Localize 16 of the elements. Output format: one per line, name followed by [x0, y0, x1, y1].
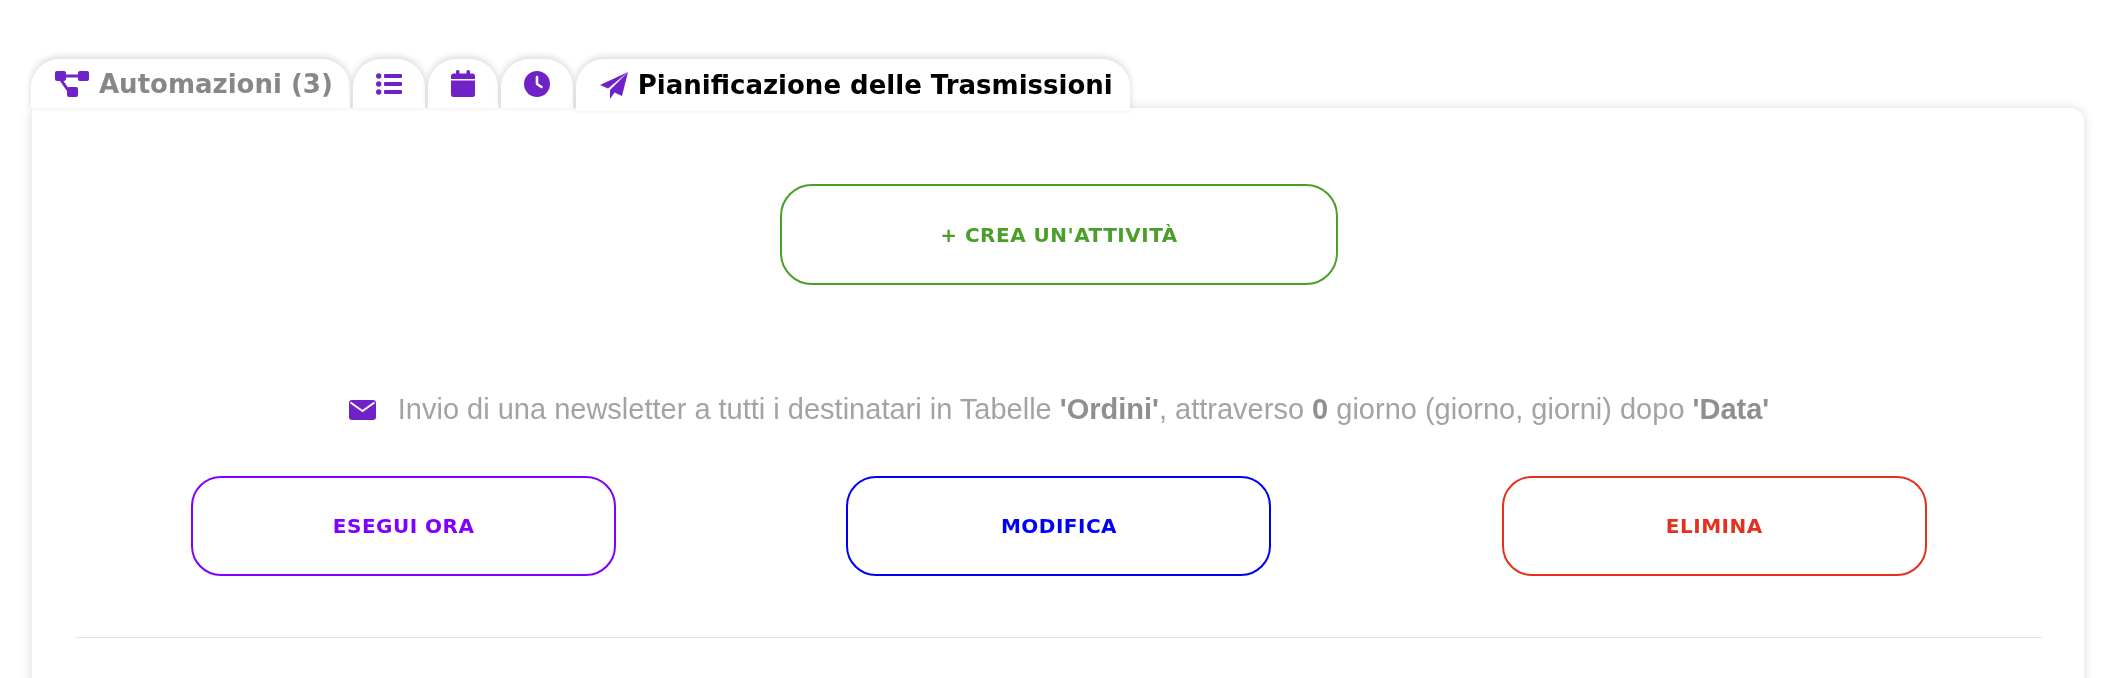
clock-icon — [523, 70, 550, 97]
tab[interactable] — [352, 59, 425, 108]
envelope-icon — [348, 399, 376, 420]
tab[interactable] — [427, 59, 498, 108]
delete-button[interactable]: ELIMINA — [1501, 476, 1927, 576]
create-task-button[interactable]: + CREA UN'ATTIVITÀ — [780, 184, 1338, 285]
task-description: Invio di una newsletter a tutti i destinatari in Tabelle 'Ordini', attraverso 0 giorno (giorno, giorni) dopo 'Data' — [397, 393, 1770, 426]
list-icon — [375, 72, 402, 95]
edit-button[interactable]: MODIFICA — [846, 476, 1272, 576]
diagram-icon — [55, 70, 89, 97]
tab[interactable]: Automazioni (3) — [31, 59, 350, 108]
paper-plane-icon — [599, 71, 628, 99]
tab[interactable]: Pianificazione delle Trasmissioni — [575, 59, 1130, 111]
calendar-icon — [450, 70, 475, 97]
run-now-button[interactable]: ESEGUI ORA — [191, 476, 617, 576]
tab[interactable] — [500, 59, 573, 108]
